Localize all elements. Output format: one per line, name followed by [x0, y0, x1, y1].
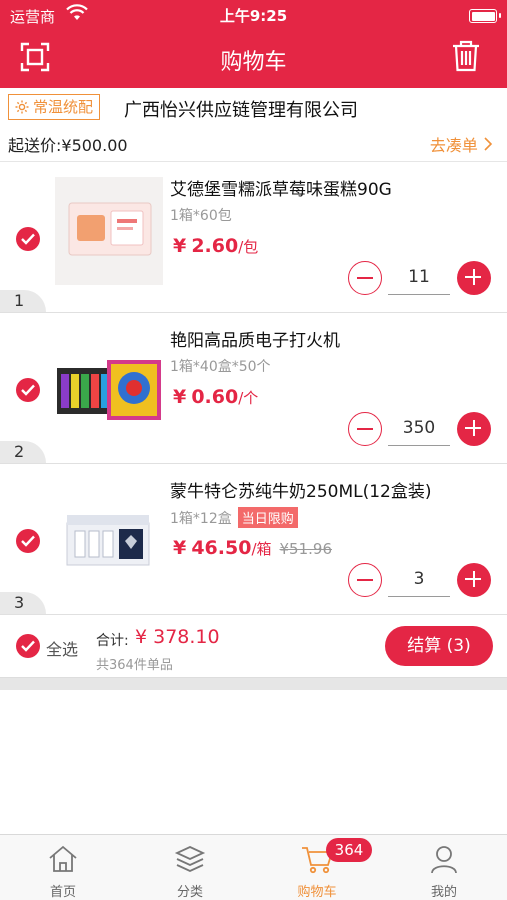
tab-label: 购物车	[297, 885, 337, 900]
product-image[interactable]	[55, 328, 163, 436]
shop-tag: 常温统配	[8, 94, 101, 120]
divider	[0, 678, 507, 690]
price-currency: ¥	[173, 235, 187, 257]
cart-item: 艳阳高品质电子打火机 1箱*40盒*50个 ¥ 0.60/个 350 2	[0, 314, 507, 464]
decrease-qty-button[interactable]	[348, 563, 382, 597]
total-value: ¥ 378.10	[135, 626, 220, 648]
addon-label: 去凑单	[429, 136, 478, 155]
trash-icon[interactable]	[451, 40, 481, 72]
tab-label: 我的	[430, 885, 457, 900]
increase-qty-button[interactable]	[457, 563, 491, 597]
nav-bar: 购物车	[0, 32, 507, 88]
shop-header: 常温统配 广西怡兴供应链管理有限公司 起送价:¥500.00 去凑单	[0, 88, 507, 162]
shop-tag-label: 常温统配	[33, 97, 94, 116]
price-unit: /箱	[251, 540, 272, 558]
cart-item: 蒙牛特仑苏纯牛奶250ML(12盒装) 1箱*12盒 当日限购 ¥ 46.50/…	[0, 465, 507, 615]
product-image[interactable]	[55, 479, 163, 587]
product-price: ¥ 2.60/包	[173, 235, 258, 257]
item-checkbox[interactable]	[16, 529, 40, 553]
cart-badge: 364	[326, 838, 372, 862]
product-spec: 1箱*12盒 当日限购	[170, 507, 298, 528]
checkout-button[interactable]: 结算 (3)	[385, 626, 493, 666]
quantity-field[interactable]: 350	[388, 410, 450, 446]
product-price: ¥ 46.50/箱 ¥51.96	[173, 537, 332, 559]
item-index: 3	[0, 592, 46, 614]
tab-label: 首页	[49, 885, 76, 900]
price-value: 46.50	[191, 537, 252, 559]
price-currency: ¥	[173, 386, 187, 408]
top-bar: 运营商 上午9:25 购物车	[0, 0, 507, 88]
addon-link[interactable]: 去凑单	[430, 132, 493, 156]
product-spec: 1箱*60包	[170, 205, 232, 225]
item-checkbox[interactable]	[16, 378, 40, 402]
page-title: 购物车	[220, 50, 287, 75]
price-value: 2.60	[191, 235, 239, 257]
spec-text: 1箱*12盒	[170, 510, 232, 527]
item-index: 2	[0, 441, 46, 463]
checkout-bar: 全选 合计: ¥ 378.10 共364件单品 结算 (3)	[0, 616, 507, 678]
price-unit: /个	[238, 389, 259, 407]
sun-icon	[15, 100, 29, 114]
chevron-right-icon	[484, 137, 493, 151]
tab-profile[interactable]: 我的	[381, 835, 507, 900]
increase-qty-button[interactable]	[457, 412, 491, 446]
quantity-field[interactable]: 11	[388, 259, 450, 295]
product-price: ¥ 0.60/个	[173, 386, 258, 408]
item-checkbox[interactable]	[16, 227, 40, 251]
product-image[interactable]	[55, 177, 163, 285]
tab-label: 分类	[176, 885, 203, 900]
increase-qty-button[interactable]	[457, 261, 491, 295]
spec-text: 1箱*40盒*50个	[170, 359, 271, 375]
product-name[interactable]: 艳阳高品质电子打火机	[170, 326, 340, 351]
select-all-label[interactable]: 全选	[46, 636, 78, 660]
status-time: 上午9:25	[219, 7, 288, 25]
tab-home[interactable]: 首页	[0, 835, 126, 900]
select-all-checkbox[interactable]	[16, 634, 40, 658]
cart-item: 艾德堡雪糯派草莓味蛋糕90G 1箱*60包 ¥ 2.60/包 11 1	[0, 163, 507, 313]
shop-name[interactable]: 广西怡兴供应链管理有限公司	[124, 96, 358, 122]
status-bar: 运营商 上午9:25	[0, 0, 507, 32]
price-currency: ¥	[173, 537, 187, 559]
item-count: 共364件单品	[96, 658, 173, 673]
min-order-amount: 起送价:¥500.00	[8, 136, 128, 155]
original-price: ¥51.96	[279, 540, 333, 558]
spec-text: 1箱*60包	[170, 208, 232, 224]
product-spec: 1箱*40盒*50个	[170, 356, 271, 376]
decrease-qty-button[interactable]	[348, 412, 382, 446]
total-label: 合计:	[96, 633, 129, 649]
category-icon	[174, 846, 206, 872]
price-unit: /包	[238, 238, 259, 256]
tab-bar: 首页 分类 购物车 我的	[0, 834, 507, 900]
home-icon	[49, 845, 77, 872]
decrease-qty-button[interactable]	[348, 261, 382, 295]
battery-icon	[469, 9, 501, 23]
profile-icon	[431, 846, 457, 874]
limit-badge: 当日限购	[237, 507, 298, 528]
item-index: 1	[0, 290, 46, 312]
product-name[interactable]: 艾德堡雪糯派草莓味蛋糕90G	[170, 175, 392, 200]
quantity-field[interactable]: 3	[388, 561, 450, 597]
tab-category[interactable]: 分类	[127, 835, 253, 900]
price-value: 0.60	[191, 386, 239, 408]
product-name[interactable]: 蒙牛特仑苏纯牛奶250ML(12盒装)	[170, 477, 431, 502]
